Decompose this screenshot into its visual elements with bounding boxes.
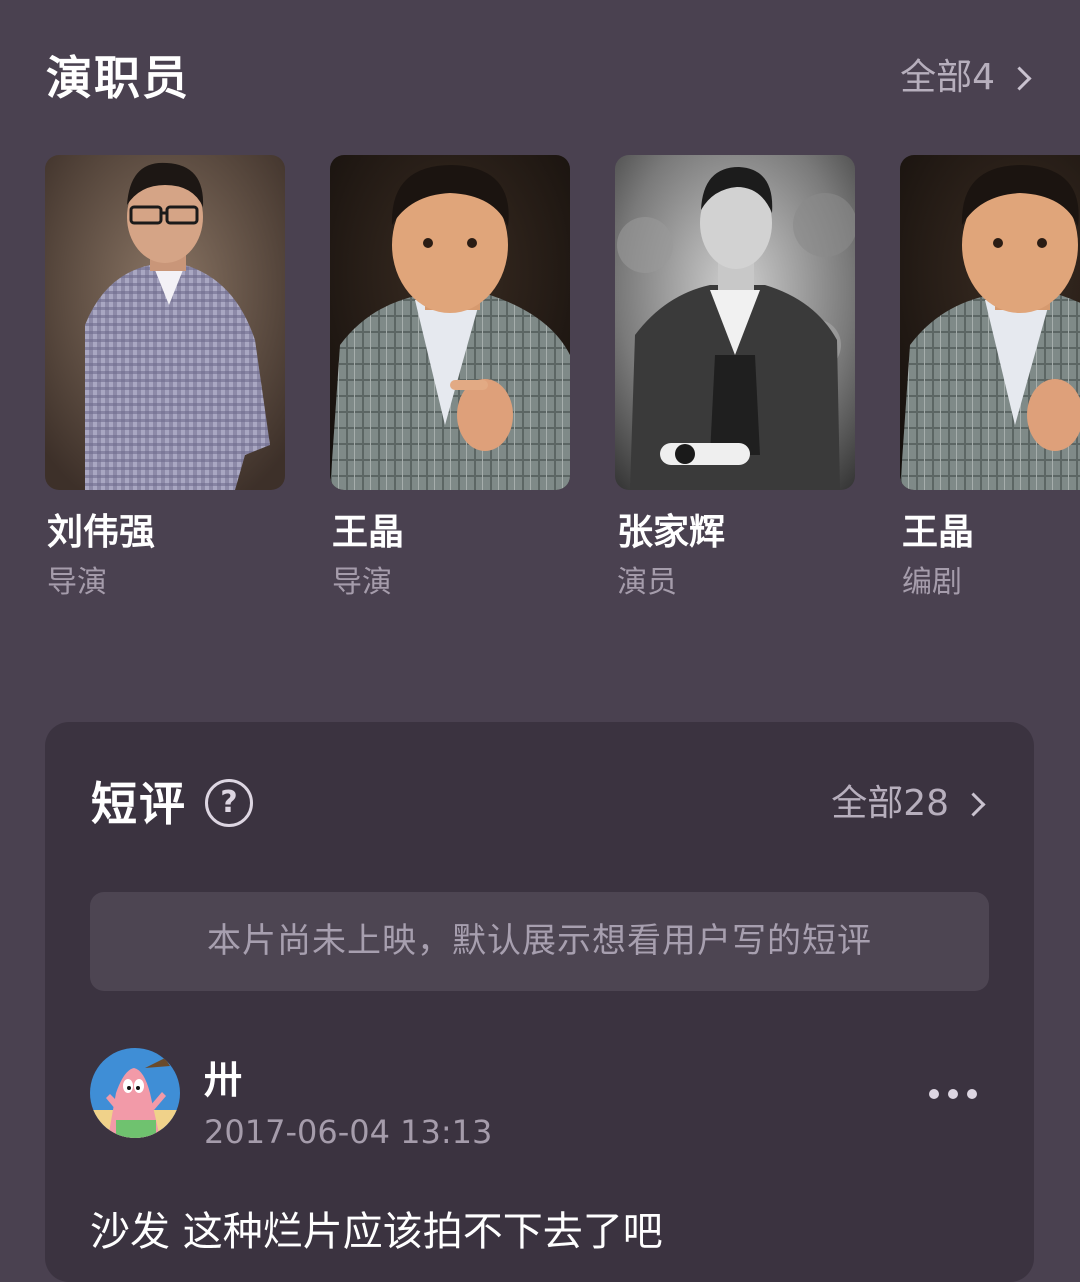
cast-header: 演职员 全部4 <box>46 48 1034 108</box>
cast-card[interactable]: 王晶 导演 <box>330 155 570 605</box>
short-review-panel: 短评 ? 全部28 本片尚未上映，默认展示想看用户写的短评 卅 2017-06-… <box>45 722 1034 1282</box>
more-options-icon[interactable] <box>929 1084 977 1104</box>
chevron-right-icon <box>961 791 986 817</box>
question-mark-icon[interactable]: ? <box>205 779 253 827</box>
cast-list[interactable]: 刘伟强 导演 王晶 导演 张家辉 演员 王晶 编剧 <box>45 155 1080 605</box>
cast-card[interactable]: 王晶 编剧 <box>900 155 1080 605</box>
cast-role: 演员 <box>617 565 677 600</box>
cast-role: 导演 <box>47 565 107 600</box>
review-header: 短评 ? 全部28 <box>91 774 988 834</box>
review-all-label: 全部28 <box>831 783 949 824</box>
cast-name: 刘伟强 <box>47 512 156 553</box>
review-all-link[interactable]: 全部28 <box>831 782 988 826</box>
cast-name: 王晶 <box>902 512 975 553</box>
review-username[interactable]: 卅 <box>204 1056 242 1104</box>
cast-card[interactable]: 张家辉 演员 <box>615 155 855 605</box>
cast-name: 张家辉 <box>617 512 726 553</box>
cast-name: 王晶 <box>332 512 405 553</box>
cast-all-label: 全部4 <box>900 57 995 98</box>
cast-role: 编剧 <box>902 565 962 600</box>
cast-photo <box>330 155 570 490</box>
avatar[interactable] <box>90 1048 180 1138</box>
cast-section-title: 演职员 <box>46 51 190 105</box>
cast-photo <box>615 155 855 490</box>
review-text[interactable]: 沙发 这种烂片应该拍不下去了吧 <box>90 1206 663 1258</box>
review-section-title: 短评 <box>91 777 187 831</box>
chevron-right-icon <box>1007 65 1032 91</box>
review-timestamp: 2017-06-04 13:13 <box>204 1113 493 1151</box>
not-released-notice: 本片尚未上映，默认展示想看用户写的短评 <box>90 892 989 991</box>
cast-card[interactable]: 刘伟强 导演 <box>45 155 285 605</box>
cast-role: 导演 <box>332 565 392 600</box>
cast-photo <box>45 155 285 490</box>
review-item-header: 卅 2017-06-04 13:13 <box>90 1048 989 1151</box>
cast-photo <box>900 155 1080 490</box>
cast-all-link[interactable]: 全部4 <box>900 56 1034 100</box>
